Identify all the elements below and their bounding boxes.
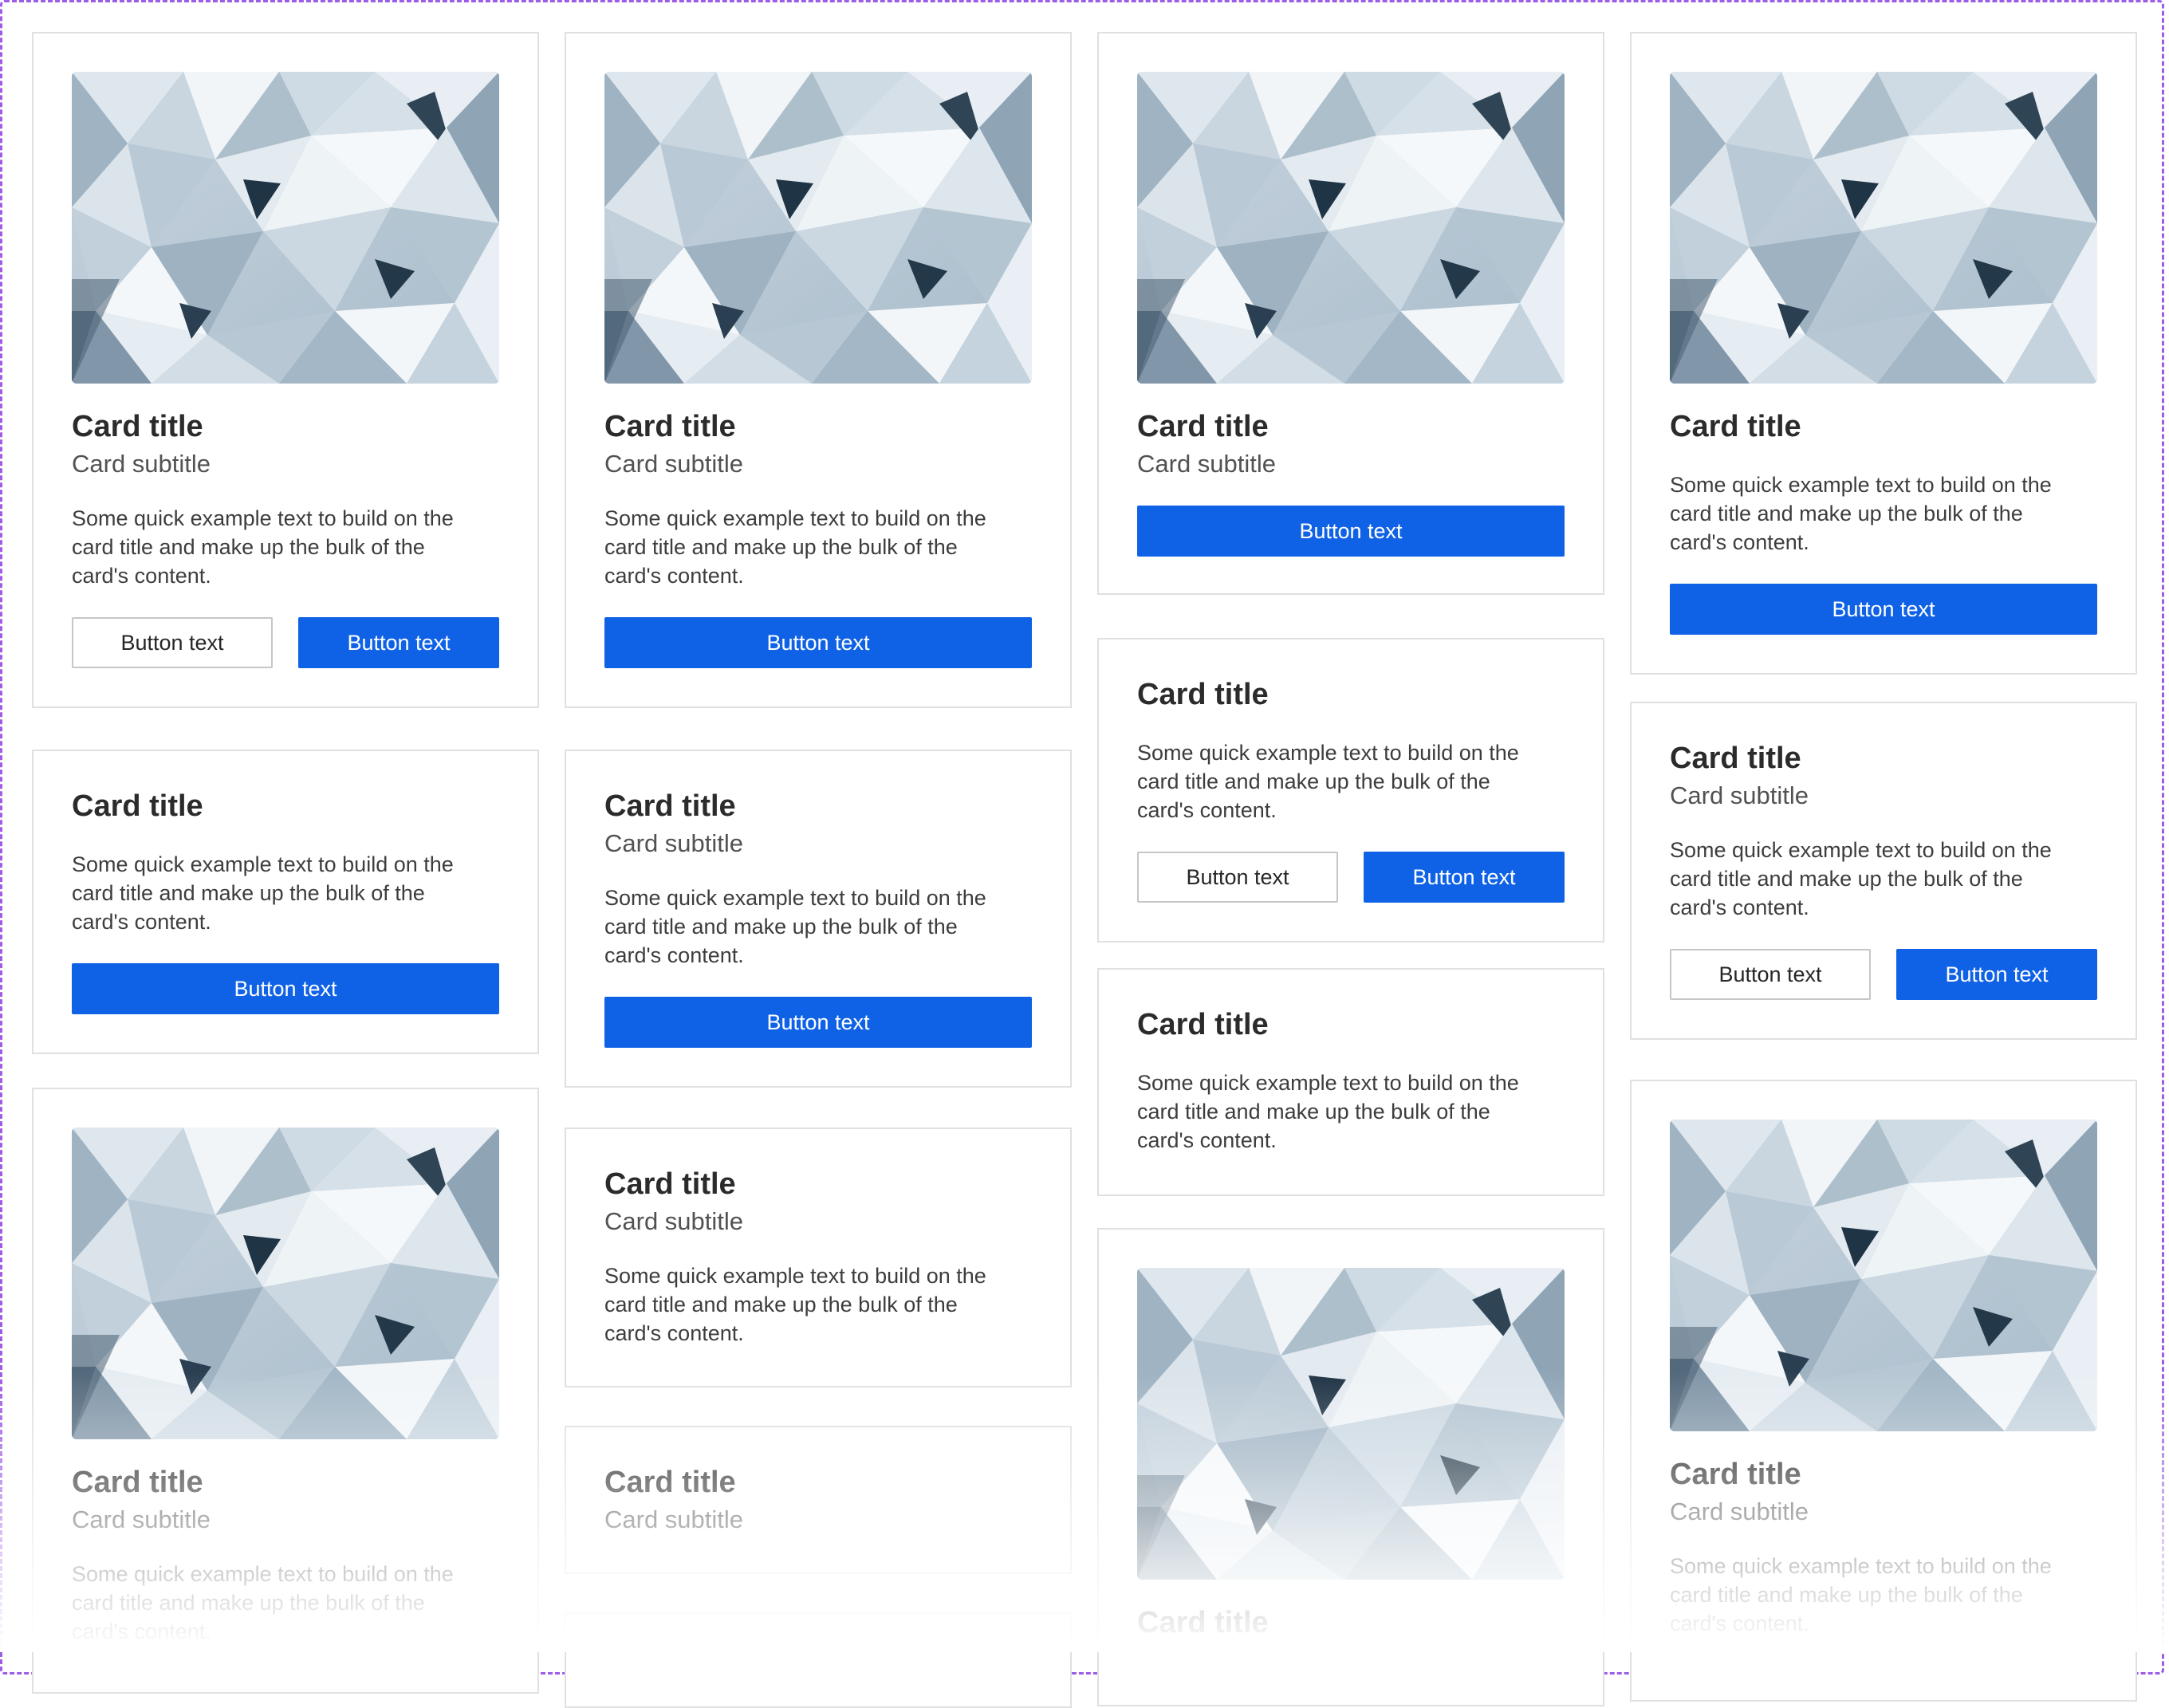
card-col2-5 bbox=[565, 1612, 1072, 1708]
card-col3-4: Card title bbox=[1097, 1228, 1604, 1706]
card-text: Some quick example text to build on the … bbox=[72, 852, 454, 934]
card-subtitle: Card subtitle bbox=[604, 450, 744, 478]
card-col1-3: Card title Card subtitle Some quick exam… bbox=[32, 1088, 539, 1694]
card-text: Some quick example text to build on the … bbox=[1670, 1554, 2052, 1635]
secondary-button[interactable]: Button text bbox=[72, 617, 273, 668]
card-col4-1: Card title Some quick example text to bu… bbox=[1630, 32, 2137, 675]
card-image bbox=[1670, 1120, 2097, 1431]
card-col2-2: Card title Card subtitle Some quick exam… bbox=[565, 750, 1072, 1088]
card-image bbox=[1137, 1268, 1565, 1580]
card-col2-3: Card title Card subtitle Some quick exam… bbox=[565, 1128, 1072, 1387]
card-image bbox=[1670, 72, 2097, 384]
primary-button[interactable]: Button text bbox=[1364, 852, 1565, 903]
primary-button[interactable]: Button text bbox=[1896, 949, 2097, 1000]
card-col1-1: Card title Card subtitle Some quick exam… bbox=[32, 32, 539, 708]
primary-button[interactable]: Button text bbox=[298, 617, 499, 668]
card-text: Some quick example text to build on the … bbox=[1670, 473, 2052, 554]
card-image bbox=[604, 72, 1032, 384]
primary-button[interactable]: Button text bbox=[72, 963, 499, 1014]
card-title: Card title bbox=[72, 410, 203, 443]
card-col3-3: Card title Some quick example text to bu… bbox=[1097, 968, 1604, 1196]
card-subtitle: Card subtitle bbox=[604, 829, 744, 857]
card-subtitle: Card subtitle bbox=[1137, 450, 1277, 478]
card-col3-2: Card title Some quick example text to bu… bbox=[1097, 638, 1604, 943]
card-subtitle: Card subtitle bbox=[72, 450, 211, 478]
card-image bbox=[72, 1128, 499, 1439]
secondary-button[interactable]: Button text bbox=[1137, 852, 1338, 903]
card-title: Card title bbox=[1137, 1008, 1269, 1041]
card-title: Card title bbox=[604, 410, 736, 443]
card-subtitle: Card subtitle bbox=[604, 1207, 744, 1235]
card-text: Some quick example text to build on the … bbox=[604, 506, 986, 588]
primary-button[interactable]: Button text bbox=[604, 997, 1032, 1048]
card-title: Card title bbox=[1137, 678, 1269, 711]
primary-button[interactable]: Button text bbox=[1670, 584, 2097, 635]
card-title: Card title bbox=[604, 1466, 736, 1499]
card-image bbox=[72, 72, 499, 384]
card-text: Some quick example text to build on the … bbox=[1137, 1071, 1519, 1152]
card-col3-1: Card title Card subtitle Button text bbox=[1097, 32, 1604, 595]
card-title: Card title bbox=[72, 1466, 203, 1499]
card-title: Card title bbox=[1670, 410, 1801, 443]
card-subtitle: Card subtitle bbox=[1670, 1497, 1809, 1525]
card-text: Some quick example text to build on the … bbox=[1670, 838, 2052, 919]
card-col2-4: Card title Card subtitle bbox=[565, 1426, 1072, 1574]
card-subtitle: Card subtitle bbox=[72, 1505, 211, 1533]
card-col4-3: Card title Card subtitle Some quick exam… bbox=[1630, 1080, 2137, 1702]
card-col2-1: Card title Card subtitle Some quick exam… bbox=[565, 32, 1072, 708]
card-title: Card title bbox=[72, 789, 203, 823]
card-title: Card title bbox=[1670, 1458, 1801, 1491]
card-subtitle: Card subtitle bbox=[1670, 781, 1809, 809]
card-title: Card title bbox=[1137, 410, 1269, 443]
card-title: Card title bbox=[1670, 742, 1801, 775]
card-title: Card title bbox=[604, 789, 736, 823]
primary-button[interactable]: Button text bbox=[1137, 506, 1565, 557]
card-image bbox=[1137, 72, 1565, 384]
card-text: Some quick example text to build on the … bbox=[1137, 741, 1519, 822]
card-col4-2: Card title Card subtitle Some quick exam… bbox=[1630, 702, 2137, 1040]
card-title: Card title bbox=[1137, 1606, 1269, 1639]
primary-button[interactable]: Button text bbox=[604, 617, 1032, 668]
card-text: Some quick example text to build on the … bbox=[72, 506, 454, 588]
card-col1-2: Card title Some quick example text to bu… bbox=[32, 750, 539, 1054]
secondary-button[interactable]: Button text bbox=[1670, 949, 1871, 1000]
card-text: Some quick example text to build on the … bbox=[604, 886, 986, 967]
card-subtitle: Card subtitle bbox=[604, 1505, 744, 1533]
card-title: Card title bbox=[604, 1167, 736, 1201]
card-text: Some quick example text to build on the … bbox=[604, 1264, 986, 1345]
card-text: Some quick example text to build on the … bbox=[72, 1562, 454, 1643]
